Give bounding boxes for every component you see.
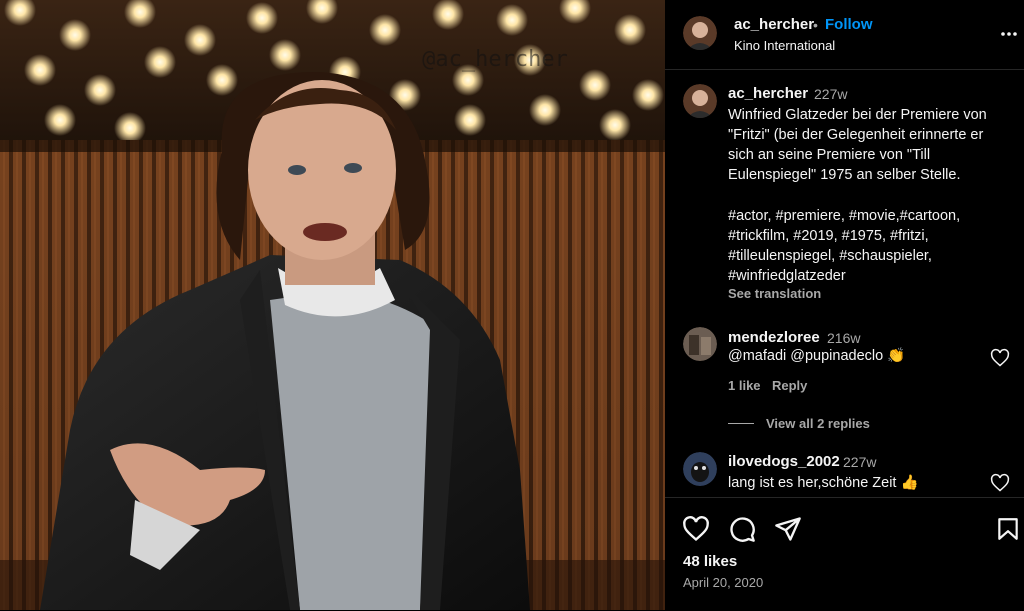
ceiling-lamp	[579, 69, 611, 101]
see-translation-link[interactable]: See translation	[728, 286, 821, 301]
ceiling-lamp	[24, 54, 56, 86]
ceiling-lamp	[184, 24, 216, 56]
photo-image: @ac_hercher	[0, 0, 665, 610]
ceiling-lamp	[144, 46, 176, 78]
header-separator: •	[813, 17, 818, 33]
replies-divider	[728, 423, 754, 424]
comment-age: 227w	[843, 454, 877, 470]
caption-hashtags[interactable]: #actor, #premiere, #movie,#cartoon, #tri…	[728, 206, 988, 286]
author-avatar[interactable]	[683, 16, 717, 50]
post-sidebar: ac_hercher • Follow Kino International a…	[665, 0, 1024, 610]
header-username[interactable]: ac_hercher	[734, 16, 814, 33]
comment-reply-button[interactable]: Reply	[772, 378, 807, 393]
commenter-avatar[interactable]	[683, 452, 717, 486]
caption-username[interactable]: ac_hercher	[728, 85, 808, 102]
post-header: ac_hercher • Follow Kino International	[665, 0, 1024, 70]
post-date: April 20, 2020	[683, 575, 764, 590]
ceiling-lamp	[454, 104, 486, 136]
comment-bubble-icon[interactable]	[728, 515, 756, 543]
ceiling-lamp	[114, 112, 146, 144]
ceiling-lamp	[529, 94, 561, 126]
ceiling-lamp	[496, 4, 528, 36]
follow-button[interactable]: Follow	[825, 16, 873, 33]
comment-text: @mafadi @pupinadeclo 👏	[728, 348, 906, 364]
like-heart-icon[interactable]	[682, 515, 710, 543]
ceiling-lamp	[614, 14, 646, 46]
ceiling-lamp	[59, 19, 91, 51]
ceiling-lamp	[599, 109, 631, 141]
more-horizontal-icon[interactable]	[999, 24, 1019, 44]
comment-like-heart-icon[interactable]	[990, 348, 1010, 368]
location-link[interactable]: Kino International	[734, 38, 835, 53]
commenter-avatar[interactable]	[683, 327, 717, 361]
ceiling-lamp	[84, 74, 116, 106]
view-replies-button[interactable]: View all 2 replies	[766, 416, 870, 431]
post-actions: 48 likes April 20, 2020	[665, 497, 1024, 611]
post-photo[interactable]: @ac_hercher	[0, 0, 665, 610]
save-bookmark-icon[interactable]	[995, 515, 1021, 543]
caption-avatar[interactable]	[683, 84, 717, 118]
ceiling-lamp	[632, 79, 664, 111]
ceiling-lamp	[269, 39, 301, 71]
ceiling-lamp	[44, 104, 76, 136]
watermark: @ac_hercher	[422, 47, 568, 72]
comment-like-heart-icon[interactable]	[990, 473, 1010, 493]
ceiling-lamp	[206, 64, 238, 96]
caption-age: 227w	[814, 86, 848, 102]
comment-text: lang ist es her,schöne Zeit 👍	[728, 475, 919, 491]
likes-count[interactable]: 48 likes	[683, 553, 737, 570]
comment-age: 216w	[827, 330, 861, 346]
ceiling-lamp	[369, 14, 401, 46]
comment-likes-count[interactable]: 1 like	[728, 378, 761, 393]
ceiling-lamp	[246, 2, 278, 34]
comment-username[interactable]: mendezloree	[728, 329, 820, 346]
caption-text: Winfried Glatzeder bei der Premiere von …	[728, 107, 987, 183]
share-send-icon[interactable]	[774, 515, 802, 543]
comment-username[interactable]: ilovedogs_2002	[728, 453, 840, 470]
